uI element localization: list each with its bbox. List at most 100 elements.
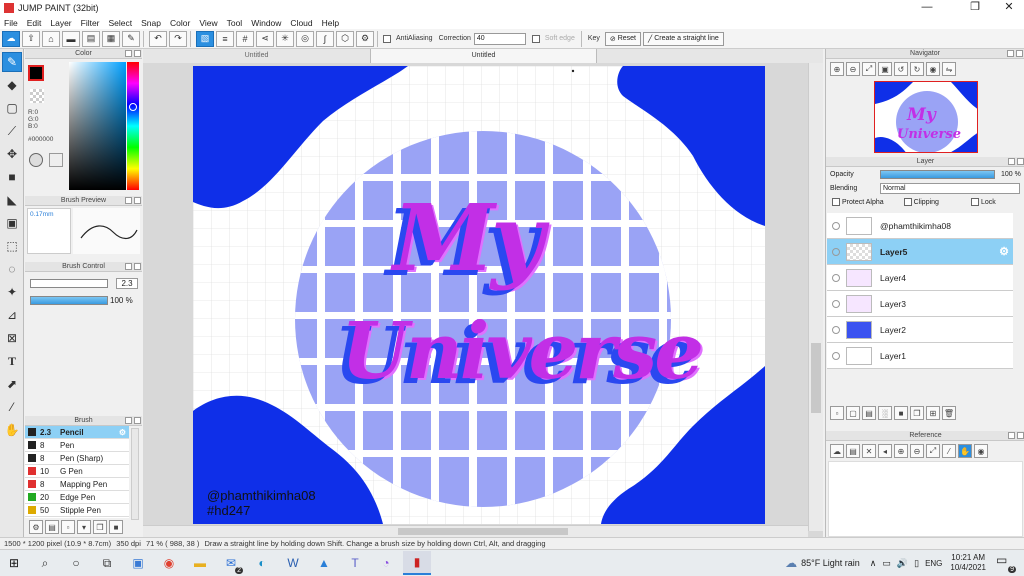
brush-copy-icon[interactable]: ❐ (93, 520, 107, 534)
close-panel-icon[interactable] (1017, 158, 1024, 165)
edge-icon[interactable]: ◐ (248, 551, 276, 575)
magic-wand-tool-icon[interactable]: ✦ (2, 282, 22, 302)
snap-vanish-icon[interactable]: ⋖ (256, 30, 274, 47)
lasso-tool-icon[interactable]: ◌ (2, 259, 22, 279)
text-tool-icon[interactable]: T (2, 351, 22, 371)
menu-filter[interactable]: Filter (81, 18, 100, 28)
ref-lock-icon[interactable]: ◉ (974, 444, 988, 458)
layer-row[interactable]: Layer5 ⚙ (827, 239, 1013, 265)
redo-icon[interactable]: ↷ (169, 30, 187, 47)
brush-list-item[interactable]: 8 Pen (25, 439, 129, 452)
clipping-checkbox[interactable] (903, 198, 912, 206)
layer-row[interactable]: Layer3 (827, 291, 1013, 317)
cloud-icon[interactable]: ☁ (2, 30, 20, 47)
menu-cloud[interactable]: Cloud (290, 18, 312, 28)
menu-snap[interactable]: Snap (141, 18, 161, 28)
menu-window[interactable]: Window (251, 18, 281, 28)
gradient-tool-icon[interactable]: ▣ (2, 213, 22, 233)
ref-zoom-in-icon[interactable]: ⊕ (894, 444, 908, 458)
upload-icon[interactable]: ⇧ (22, 30, 40, 47)
foreground-color-swatch[interactable] (28, 65, 44, 81)
layer-visibility-icon[interactable] (832, 325, 840, 334)
weather-text[interactable]: 85°F Light rain (801, 558, 860, 568)
brush-size-value[interactable]: 2.3 (116, 278, 138, 289)
network-icon[interactable]: ▭ (882, 558, 891, 569)
actual-size-icon[interactable]: ▣ (878, 62, 892, 76)
new-layer-1bit-icon[interactable]: ▤ (862, 406, 876, 420)
close-panel-icon[interactable] (1016, 50, 1023, 57)
vertical-scrollbar[interactable] (808, 63, 823, 531)
task-view-icon[interactable]: ⧉ (93, 551, 121, 575)
zoom-out-icon[interactable]: ⊖ (846, 62, 860, 76)
snap-off-icon[interactable]: ▧ (196, 30, 214, 47)
tab-untitled-2[interactable]: Untitled (371, 49, 597, 63)
eraser-tool-icon[interactable]: ◆ (2, 75, 22, 95)
float-icon[interactable] (125, 417, 132, 424)
snap-cross-icon[interactable]: # (236, 30, 254, 47)
mail-icon[interactable]: ✉ 2 (217, 551, 245, 575)
notification-icon[interactable]: ▭ 9 (996, 553, 1018, 573)
layer-row[interactable]: Layer1 (827, 343, 1013, 369)
layer-visibility-icon[interactable] (832, 299, 840, 308)
show-hidden-icons-icon[interactable]: ∧ (870, 558, 877, 569)
brush-settings-icon[interactable]: ⚙ (29, 520, 43, 534)
layer-visibility-icon[interactable] (832, 221, 840, 230)
delete-layer-icon[interactable]: 🗑 (942, 406, 956, 420)
layer-visibility-icon[interactable] (832, 273, 840, 282)
close-panel-icon[interactable] (134, 417, 141, 424)
ref-eyedropper-icon[interactable]: ⁄ (942, 444, 956, 458)
float-icon[interactable] (125, 50, 132, 57)
layer-visibility-icon[interactable] (832, 247, 840, 256)
menu-select[interactable]: Select (109, 18, 133, 28)
protect-alpha-checkbox[interactable] (832, 198, 840, 206)
weather-icon[interactable]: ☁ (785, 556, 797, 570)
comment-icon[interactable]: ▬ (62, 30, 80, 47)
store-icon[interactable]: ▣ (124, 551, 152, 575)
file-explorer-icon[interactable]: ▬ (186, 551, 214, 575)
minimize-icon[interactable]: — (914, 0, 940, 16)
close-panel-icon[interactable] (134, 263, 141, 270)
select-eraser-tool-icon[interactable]: ⊠ (2, 328, 22, 348)
move-tool-icon[interactable]: ✥ (2, 144, 22, 164)
new-layer-icon[interactable]: ▫ (830, 406, 844, 420)
float-icon[interactable] (125, 197, 132, 204)
grid-icon[interactable]: ▦ (102, 30, 120, 47)
float-icon[interactable] (125, 263, 132, 270)
eyedropper-tool-icon[interactable]: ⁄ (2, 397, 22, 417)
brush-opacity-slider[interactable] (30, 296, 108, 305)
float-icon[interactable] (1007, 50, 1014, 57)
hand-tool-icon[interactable]: ✋ (2, 420, 22, 440)
teams-icon[interactable]: T (341, 551, 369, 575)
ref-zoom-out-icon[interactable]: ⊖ (910, 444, 924, 458)
brush-list-item[interactable]: 10 G Pen (25, 465, 129, 478)
straight-line-button[interactable]: ╱ Create a straight line (643, 31, 724, 46)
close-panel-icon[interactable] (1017, 432, 1024, 439)
saturation-value-picker[interactable] (69, 62, 126, 190)
chrome-icon[interactable]: ◉ (155, 551, 183, 575)
volume-icon[interactable]: 🔊 (897, 558, 908, 569)
rectangle-tool-icon[interactable]: ▢ (2, 98, 22, 118)
rotate-left-icon[interactable]: ↺ (894, 62, 908, 76)
layer-settings-gear-icon[interactable]: ⚙ (999, 245, 1009, 258)
menu-view[interactable]: View (199, 18, 217, 28)
brush-list-item[interactable]: 8 Pen (Sharp) (25, 452, 129, 465)
layer-row[interactable]: Layer4 (827, 265, 1013, 291)
blending-select[interactable]: Normal (880, 182, 1020, 194)
correction-input[interactable]: 40 (473, 32, 526, 45)
horizontal-scrollbar[interactable] (143, 525, 808, 537)
restore-icon[interactable]: ❐ (962, 0, 988, 16)
close-icon[interactable]: ✕ (996, 0, 1022, 16)
close-panel-icon[interactable] (134, 50, 141, 57)
ref-hand-icon[interactable]: ✋ (958, 444, 972, 458)
ref-fit-icon[interactable]: ⤢ (926, 444, 940, 458)
snap-curve-icon[interactable]: ∫ (316, 30, 334, 47)
cortana-icon[interactable]: ○ (62, 551, 90, 575)
windows-start-icon[interactable]: ⊞ (0, 551, 28, 575)
soft-edge-checkbox[interactable] (531, 34, 540, 43)
ref-close-icon[interactable]: ✕ (862, 444, 876, 458)
brush-group-icon[interactable]: ■ (109, 520, 123, 534)
photos-icon[interactable]: ▲ (310, 551, 338, 575)
horizontal-scroll-thumb[interactable] (398, 528, 568, 535)
brush-size-slider[interactable] (30, 279, 108, 288)
new-folder-icon[interactable]: ■ (894, 406, 908, 420)
